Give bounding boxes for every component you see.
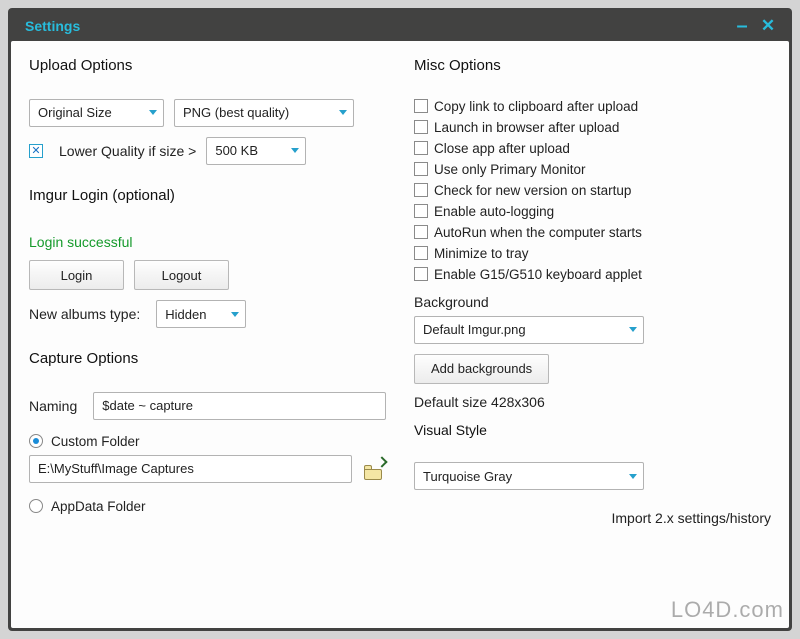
background-value: Default Imgur.png: [423, 322, 526, 337]
misc-option-label: Check for new version on startup: [434, 183, 631, 198]
chevron-down-icon: [629, 474, 637, 479]
misc-checkbox-primary-monitor[interactable]: [414, 162, 428, 176]
folder-path-value: E:\MyStuff\Image Captures: [38, 461, 194, 476]
visual-style-header: Visual Style: [414, 422, 771, 438]
folder-path-input[interactable]: E:\MyStuff\Image Captures: [29, 455, 352, 483]
album-type-select[interactable]: Hidden: [156, 300, 246, 328]
login-button-label: Login: [61, 268, 93, 283]
misc-option-row: Launch in browser after upload: [414, 120, 771, 135]
left-column: Upload Options Original Size PNG (best q…: [29, 55, 400, 620]
misc-option-row: Enable auto-logging: [414, 204, 771, 219]
size-threshold-select[interactable]: 500 KB: [206, 137, 306, 165]
background-default-size: Default size 428x306: [414, 394, 771, 410]
misc-option-label: Copy link to clipboard after upload: [434, 99, 638, 114]
login-status: Login successful: [29, 234, 386, 250]
open-arrow-icon: [376, 456, 387, 467]
logout-button[interactable]: Logout: [134, 260, 229, 290]
misc-options-header: Misc Options: [414, 57, 771, 74]
minimize-button[interactable]: –: [729, 15, 755, 38]
misc-option-row: Copy link to clipboard after upload: [414, 99, 771, 114]
folder-icon: [364, 469, 382, 480]
imgur-login-header: Imgur Login (optional): [29, 187, 386, 204]
window-title: Settings: [19, 18, 729, 34]
album-type-value: Hidden: [165, 307, 206, 322]
close-button[interactable]: ✕: [755, 16, 781, 36]
naming-input[interactable]: $date ~ capture: [93, 392, 386, 420]
misc-option-row: AutoRun when the computer starts: [414, 225, 771, 240]
upload-size-select[interactable]: Original Size: [29, 99, 164, 127]
visual-style-value: Turquoise Gray: [423, 469, 512, 484]
naming-label: Naming: [29, 398, 77, 414]
misc-checkbox-close-app[interactable]: [414, 141, 428, 155]
client-area: Upload Options Original Size PNG (best q…: [11, 41, 789, 628]
background-select[interactable]: Default Imgur.png: [414, 316, 644, 344]
chevron-down-icon: [339, 110, 347, 115]
titlebar: Settings – ✕: [11, 11, 789, 41]
lower-quality-checkbox[interactable]: ✕: [29, 144, 43, 158]
size-threshold-value: 500 KB: [215, 143, 258, 158]
settings-window: Settings – ✕ Upload Options Original Siz…: [8, 8, 792, 631]
misc-option-label: Enable G15/G510 keyboard applet: [434, 267, 642, 282]
custom-folder-radio[interactable]: [29, 434, 43, 448]
misc-option-label: Enable auto-logging: [434, 204, 554, 219]
misc-checkbox-minimize-tray[interactable]: [414, 246, 428, 260]
lower-quality-label: Lower Quality if size >: [59, 143, 196, 159]
misc-option-label: Use only Primary Monitor: [434, 162, 586, 177]
chevron-down-icon: [629, 327, 637, 332]
add-backgrounds-label: Add backgrounds: [431, 361, 532, 376]
misc-checkbox-check-version[interactable]: [414, 183, 428, 197]
misc-checkbox-autorun[interactable]: [414, 225, 428, 239]
chevron-down-icon: [149, 110, 157, 115]
misc-checkbox-copy-link[interactable]: [414, 99, 428, 113]
misc-option-label: Close app after upload: [434, 141, 570, 156]
import-settings-link[interactable]: Import 2.x settings/history: [611, 510, 771, 526]
misc-checkbox-keyboard-applet[interactable]: [414, 267, 428, 281]
upload-format-select[interactable]: PNG (best quality): [174, 99, 354, 127]
misc-option-row: Use only Primary Monitor: [414, 162, 771, 177]
appdata-folder-radio[interactable]: [29, 499, 43, 513]
custom-folder-label: Custom Folder: [51, 434, 140, 449]
browse-folder-button[interactable]: [362, 458, 386, 480]
misc-option-row: Enable G15/G510 keyboard applet: [414, 267, 771, 282]
misc-option-row: Close app after upload: [414, 141, 771, 156]
add-backgrounds-button[interactable]: Add backgrounds: [414, 354, 549, 384]
misc-checkbox-launch-browser[interactable]: [414, 120, 428, 134]
upload-format-value: PNG (best quality): [183, 105, 289, 120]
appdata-folder-label: AppData Folder: [51, 499, 146, 514]
misc-checkbox-auto-logging[interactable]: [414, 204, 428, 218]
chevron-down-icon: [291, 148, 299, 153]
upload-size-value: Original Size: [38, 105, 112, 120]
misc-option-label: Minimize to tray: [434, 246, 529, 261]
right-column: Misc Options Copy link to clipboard afte…: [400, 55, 771, 620]
naming-value: $date ~ capture: [102, 398, 193, 413]
misc-option-row: Check for new version on startup: [414, 183, 771, 198]
chevron-down-icon: [231, 312, 239, 317]
misc-option-label: Launch in browser after upload: [434, 120, 619, 135]
upload-options-header: Upload Options: [29, 57, 386, 74]
logout-button-label: Logout: [162, 268, 202, 283]
background-header: Background: [414, 294, 771, 310]
login-button[interactable]: Login: [29, 260, 124, 290]
album-type-label: New albums type:: [29, 306, 140, 322]
folder-icon: [364, 465, 372, 469]
misc-option-label: AutoRun when the computer starts: [434, 225, 642, 240]
capture-options-header: Capture Options: [29, 350, 386, 367]
misc-option-row: Minimize to tray: [414, 246, 771, 261]
visual-style-select[interactable]: Turquoise Gray: [414, 462, 644, 490]
